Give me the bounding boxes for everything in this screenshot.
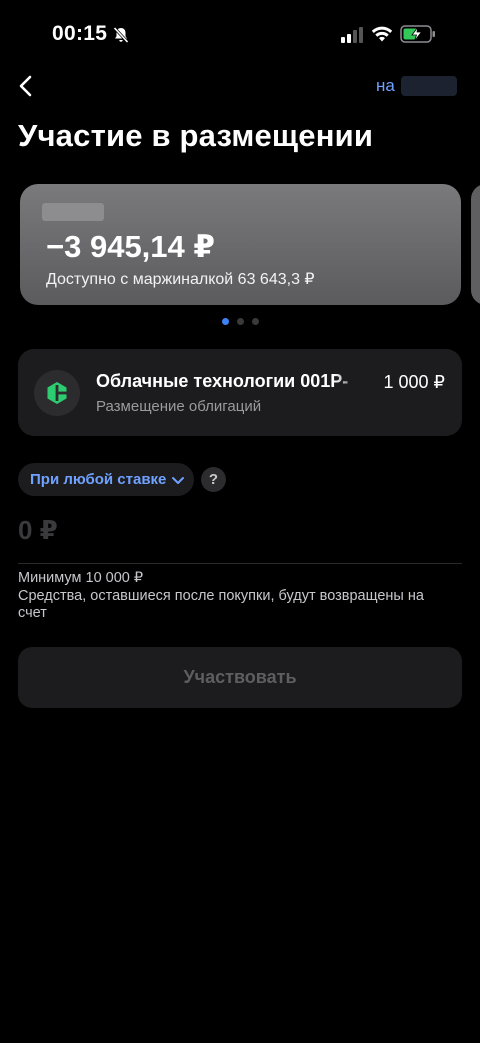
bond-name: Облачные технологии 001Р- [96, 371, 364, 392]
account-balance-card[interactable]: −3 945,14 ₽ Доступно с маржиналкой 63 64… [20, 184, 461, 305]
participate-button[interactable]: Участвовать [18, 647, 462, 708]
pager-dot [237, 318, 244, 325]
rate-selector-dropdown[interactable]: При любой ставке [18, 463, 195, 496]
card-pager [222, 318, 259, 325]
pager-dot [222, 318, 229, 325]
status-bar: 00:15 [0, 0, 480, 70]
rate-selector-label: При любой ставке [30, 471, 167, 488]
page-title: Участие в размещении [18, 118, 374, 153]
back-button[interactable] [12, 70, 44, 102]
cellular-signal-icon [341, 27, 363, 43]
participate-button-label: Участвовать [183, 667, 297, 687]
status-time: 00:15 [52, 22, 108, 45]
bond-subtitle: Размещение облигаций [96, 398, 262, 415]
account-selector[interactable]: на [376, 76, 457, 96]
chevron-down-icon [172, 476, 185, 484]
refund-note: Средства, оставшиеся после покупки, буду… [18, 588, 424, 621]
bell-muted-icon [113, 26, 129, 44]
amount-value: 0 ₽ [18, 515, 58, 545]
available-margin: Доступно с маржиналкой 63 643,3 ₽ [46, 271, 315, 288]
amount-input[interactable]: 0 ₽ [18, 515, 462, 564]
cloud-tech-logo-icon [47, 382, 67, 404]
bond-offering-card[interactable]: Облачные технологии 001Р- Размещение обл… [18, 349, 462, 436]
wifi-icon [371, 26, 393, 42]
minimum-amount-note: Минимум 10 000 ₽ [18, 570, 144, 586]
help-button[interactable]: ? [201, 467, 226, 492]
account-balance: −3 945,14 ₽ [46, 229, 215, 264]
battery-charging-icon [400, 25, 435, 43]
account-prefix: на [376, 76, 395, 95]
pager-dot [252, 318, 259, 325]
next-account-card[interactable] [471, 184, 480, 305]
issuer-logo [34, 370, 80, 416]
account-name-redacted [400, 76, 457, 96]
bond-price: 1 000 ₽ [383, 372, 446, 392]
account-label-redacted [42, 203, 104, 221]
